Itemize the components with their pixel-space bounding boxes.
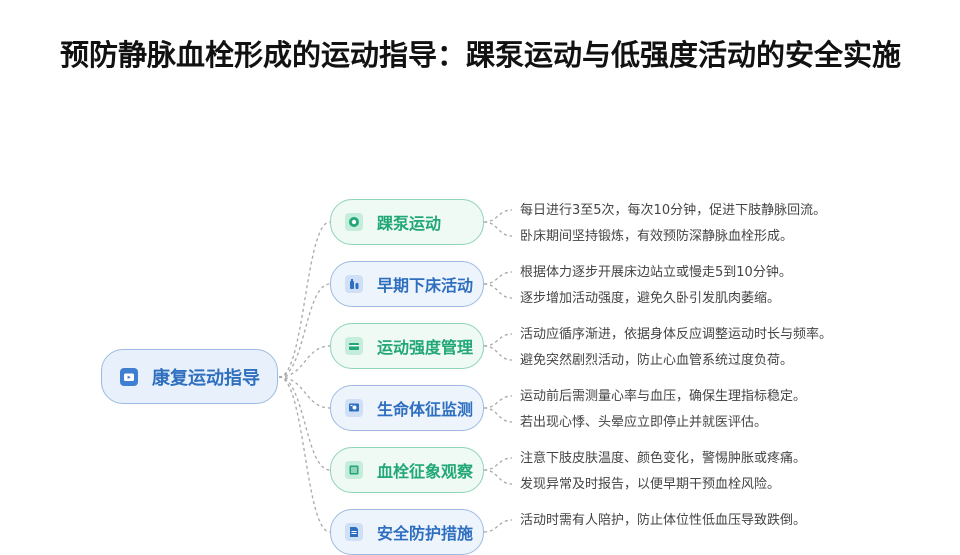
branch-leaf-connector	[483, 395, 513, 409]
root-branch-connector	[278, 376, 331, 533]
branch-label: 血栓征象观察	[377, 462, 474, 481]
root-node-label: 康复运动指导	[152, 367, 260, 389]
branch-node-vital-signs[interactable]: 生命体征监测	[330, 385, 484, 431]
branch-label: 安全防护措施	[377, 524, 474, 543]
branch-node-ankle-pump[interactable]: 踝泵运动	[330, 199, 484, 245]
detail-text: 活动应循序渐进，依据身体反应调整运动时长与频率。	[520, 327, 833, 342]
detail-text: 若出现心悸、头晕应立即停止并就医评估。	[520, 415, 768, 430]
tv-icon	[120, 367, 138, 386]
branch-leaf-connector	[483, 209, 513, 223]
bottle-icon	[345, 275, 363, 293]
branch-leaf-connector	[483, 283, 513, 299]
branch-leaf-connector	[483, 407, 513, 423]
card-icon	[345, 337, 363, 355]
root-branch-connector	[278, 376, 331, 409]
monitor-icon	[345, 399, 363, 417]
branch-label: 运动强度管理	[377, 338, 474, 357]
detail-text: 运动前后需测量心率与血压，确保生理指标稳定。	[520, 389, 807, 404]
branch-leaf-connector	[483, 333, 513, 347]
root-branch-connector	[278, 345, 331, 378]
detail-text: 活动时需有人陪护，防止体位性低血压导致跌倒。	[520, 513, 807, 528]
root-branch-connector	[278, 221, 331, 378]
list-icon	[345, 461, 363, 479]
branch-leaf-connector	[483, 345, 513, 361]
branch-node-intensity-management[interactable]: 运动强度管理	[330, 323, 484, 369]
branch-leaf-connector	[483, 457, 513, 471]
branch-node-thrombus-signs[interactable]: 血栓征象观察	[330, 447, 484, 493]
branch-leaf-connector	[483, 469, 513, 485]
detail-text: 发现异常及时报告，以便早期干预血栓风险。	[520, 477, 781, 492]
branch-node-early-ambulation[interactable]: 早期下床活动	[330, 261, 484, 307]
detail-text: 根据体力逐步开展床边站立或慢走5到10分钟。	[520, 265, 792, 280]
branch-leaf-connector	[483, 271, 513, 285]
branch-node-safety-measures[interactable]: 安全防护措施	[330, 509, 484, 555]
branch-leaf-connector	[483, 221, 513, 237]
document-icon	[345, 523, 363, 541]
detail-text: 卧床期间坚持锻炼，有效预防深静脉血栓形成。	[520, 229, 794, 244]
detail-text: 每日进行3至5次，每次10分钟，促进下肢静脉回流。	[520, 203, 827, 218]
detail-text: 逐步增加活动强度，避免久卧引发肌肉萎缩。	[520, 291, 781, 306]
branch-label: 踝泵运动	[377, 214, 442, 233]
detail-text: 注意下肢皮肤温度、颜色变化，警惕肿胀或疼痛。	[520, 451, 807, 466]
branch-leaf-connector	[483, 519, 513, 533]
branch-label: 生命体征监测	[377, 400, 474, 419]
circle-target-icon	[345, 213, 363, 231]
detail-text: 避免突然剧烈活动，防止心血管系统过度负荷。	[520, 353, 794, 368]
branch-label: 早期下床活动	[377, 276, 474, 295]
root-node[interactable]: 康复运动指导	[101, 349, 278, 404]
